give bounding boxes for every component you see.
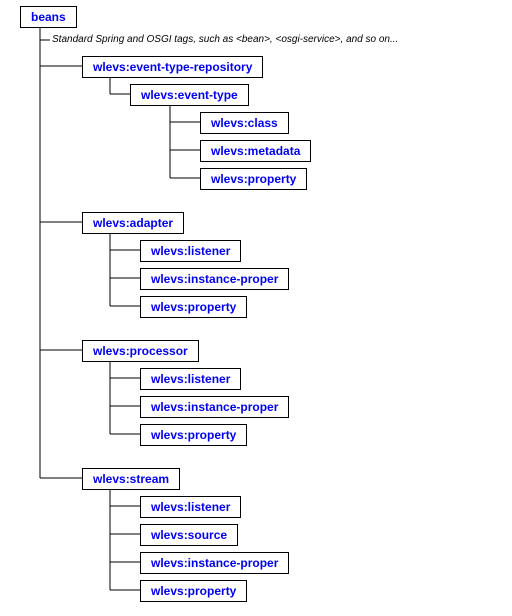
node-stream-listener: wlevs:listener	[140, 496, 241, 518]
node-stream-instance-proper: wlevs:instance-proper	[140, 552, 289, 574]
node-adapter-property: wlevs:property	[140, 296, 247, 318]
node-adapter: wlevs:adapter	[82, 212, 184, 234]
node-beans: beans	[20, 6, 77, 28]
node-event-type: wlevs:event-type	[130, 84, 249, 106]
tree-connectors	[0, 0, 512, 616]
node-adapter-listener: wlevs:listener	[140, 240, 241, 262]
node-class: wlevs:class	[200, 112, 289, 134]
node-stream: wlevs:stream	[82, 468, 180, 490]
node-processor-property: wlevs:property	[140, 424, 247, 446]
node-processor-listener: wlevs:listener	[140, 368, 241, 390]
node-repo-property: wlevs:property	[200, 168, 307, 190]
node-processor-instance-proper: wlevs:instance-proper	[140, 396, 289, 418]
node-processor: wlevs:processor	[82, 340, 199, 362]
node-adapter-instance-proper: wlevs:instance-proper	[140, 268, 289, 290]
description-text: Standard Spring and OSGI tags, such as <…	[52, 34, 398, 45]
node-event-type-repository: wlevs:event-type-repository	[82, 56, 263, 78]
node-stream-property: wlevs:property	[140, 580, 247, 602]
node-metadata: wlevs:metadata	[200, 140, 311, 162]
node-stream-source: wlevs:source	[140, 524, 238, 546]
